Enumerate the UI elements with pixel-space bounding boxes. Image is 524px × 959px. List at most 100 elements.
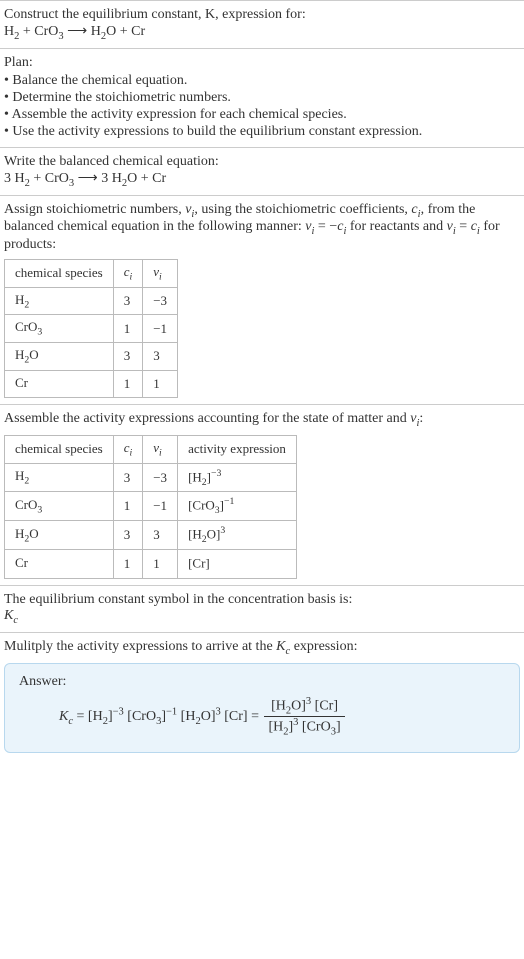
text: [H bbox=[268, 720, 283, 735]
col-species: chemical species bbox=[5, 260, 114, 288]
subscript: c bbox=[13, 615, 18, 626]
text: H bbox=[15, 526, 24, 541]
superscript: −1 bbox=[224, 496, 234, 507]
text: [CrO bbox=[188, 498, 215, 513]
superscript: −3 bbox=[113, 706, 124, 717]
cell-ci: 1 bbox=[113, 492, 143, 521]
text: Assemble the activity expressions accoun… bbox=[4, 411, 410, 426]
col-ci: ci bbox=[113, 260, 143, 288]
text: O bbox=[29, 347, 38, 362]
text: Mulitply the activity expressions to arr… bbox=[4, 639, 276, 654]
subscript: 3 bbox=[37, 505, 42, 516]
reaction-arrow: ⟶ bbox=[64, 24, 91, 39]
plan-item: Determine the stoichiometric numbers. bbox=[4, 90, 520, 106]
balanced-title: Write the balanced chemical equation: bbox=[4, 154, 520, 170]
K: K bbox=[276, 639, 285, 654]
text: O bbox=[29, 526, 38, 541]
text: [Cr] bbox=[224, 709, 247, 724]
coef-species: O bbox=[127, 171, 137, 186]
coef-species: 3 H bbox=[101, 171, 122, 186]
cell-species: H2 bbox=[5, 463, 114, 492]
plan-section: Plan: Balance the chemical equation. Det… bbox=[0, 48, 524, 147]
cell-ci: 3 bbox=[113, 287, 143, 315]
table-row: H2O 3 3 [H2O]3 bbox=[5, 521, 297, 550]
answer-box: Answer: Kc = [H2]−3 [CrO3]−1 [H2O]3 [Cr]… bbox=[4, 663, 520, 753]
symbol-section: The equilibrium constant symbol in the c… bbox=[0, 585, 524, 632]
multiply-text: Mulitply the activity expressions to arr… bbox=[4, 639, 520, 657]
text: [H bbox=[188, 527, 202, 542]
col-species: chemical species bbox=[5, 435, 114, 463]
cell-nui: −3 bbox=[143, 287, 178, 315]
plus: + bbox=[137, 171, 152, 186]
reaction-arrow: ⟶ bbox=[74, 171, 101, 186]
cell-nui: 1 bbox=[143, 370, 178, 398]
text: O] bbox=[201, 709, 216, 724]
table-row: Cr 1 1 [Cr] bbox=[5, 550, 297, 579]
species-h2o-o: O bbox=[106, 24, 116, 39]
symbol-kc: Kc bbox=[4, 608, 520, 626]
text: , using the stoichiometric coefficients, bbox=[194, 202, 411, 217]
numerator: [H2O]3 [Cr] bbox=[264, 696, 344, 717]
cell-species: CrO3 bbox=[5, 492, 114, 521]
multiply-section: Mulitply the activity expressions to arr… bbox=[0, 632, 524, 759]
text: O] bbox=[207, 527, 221, 542]
cell-nui: 3 bbox=[143, 342, 178, 370]
plan-item: Use the activity expressions to build th… bbox=[4, 124, 520, 140]
cell-ci: 3 bbox=[113, 342, 143, 370]
intro-equation: H2 + CrO3 ⟶ H2O + Cr bbox=[4, 23, 520, 42]
coef-species: 3 H bbox=[4, 171, 25, 186]
cell-activity: [Cr] bbox=[178, 550, 297, 579]
plan-list: Balance the chemical equation. Determine… bbox=[4, 73, 520, 140]
cell-species: H2 bbox=[5, 287, 114, 315]
answer-label: Answer: bbox=[19, 674, 505, 690]
text: [Cr] bbox=[188, 556, 210, 571]
eq: = bbox=[73, 709, 88, 724]
text: [CrO bbox=[302, 720, 331, 735]
eq: = bbox=[248, 709, 263, 724]
col-nui: νi bbox=[143, 435, 178, 463]
text: H bbox=[15, 347, 24, 362]
assign-section: Assign stoichiometric numbers, νi , using… bbox=[0, 195, 524, 405]
cell-ci: 3 bbox=[113, 463, 143, 492]
text: Cr bbox=[15, 555, 28, 570]
superscript: −3 bbox=[211, 468, 221, 479]
assign-text: Assign stoichiometric numbers, νi, using… bbox=[4, 202, 520, 254]
subscript: i bbox=[130, 448, 133, 459]
symbol-text: The equilibrium constant symbol in the c… bbox=[4, 592, 520, 608]
col-nui: νi bbox=[143, 260, 178, 288]
cell-activity: [H2O]3 bbox=[178, 521, 297, 550]
stoich-table: chemical species ci νi H2 3 −3 CrO3 1 −1… bbox=[4, 259, 178, 398]
text: CrO bbox=[15, 319, 37, 334]
activity-section: Assemble the activity expressions accoun… bbox=[0, 404, 524, 585]
plan-item: Assemble the activity expression for eac… bbox=[4, 107, 520, 123]
cell-nui: 3 bbox=[143, 521, 178, 550]
K: K bbox=[4, 608, 13, 623]
text: H bbox=[15, 292, 24, 307]
text: [H bbox=[88, 709, 103, 724]
superscript: −1 bbox=[166, 706, 177, 717]
text: [H bbox=[188, 469, 202, 484]
cell-activity: [H2]−3 bbox=[178, 463, 297, 492]
table-row: CrO3 1 −1 [CrO3]−1 bbox=[5, 492, 297, 521]
table-header-row: chemical species ci νi bbox=[5, 260, 178, 288]
denominator: [H2]3 [CrO3] bbox=[264, 717, 344, 737]
fraction: [H2O]3 [Cr][H2]3 [CrO3] bbox=[264, 696, 344, 738]
species-cr: Cr bbox=[131, 24, 145, 39]
text: for reactants and bbox=[346, 219, 446, 234]
cell-ci: 1 bbox=[113, 550, 143, 579]
text: O] bbox=[291, 698, 306, 713]
text: : bbox=[419, 411, 423, 426]
intro-text: Construct the equilibrium constant, K, e… bbox=[4, 7, 306, 22]
text: [H bbox=[271, 698, 286, 713]
eq: = − bbox=[314, 219, 337, 234]
plus: + bbox=[19, 24, 34, 39]
text: Cr bbox=[15, 375, 28, 390]
table-row: H2 3 −3 [H2]−3 bbox=[5, 463, 297, 492]
coef-species: Cr bbox=[152, 171, 166, 186]
table-row: Cr 1 1 bbox=[5, 370, 178, 398]
table-header-row: chemical species ci νi activity expressi… bbox=[5, 435, 297, 463]
text: Assign stoichiometric numbers, bbox=[4, 202, 185, 217]
plan-item: Balance the chemical equation. bbox=[4, 73, 520, 89]
cell-species: Cr bbox=[5, 550, 114, 579]
text: expression: bbox=[290, 639, 357, 654]
